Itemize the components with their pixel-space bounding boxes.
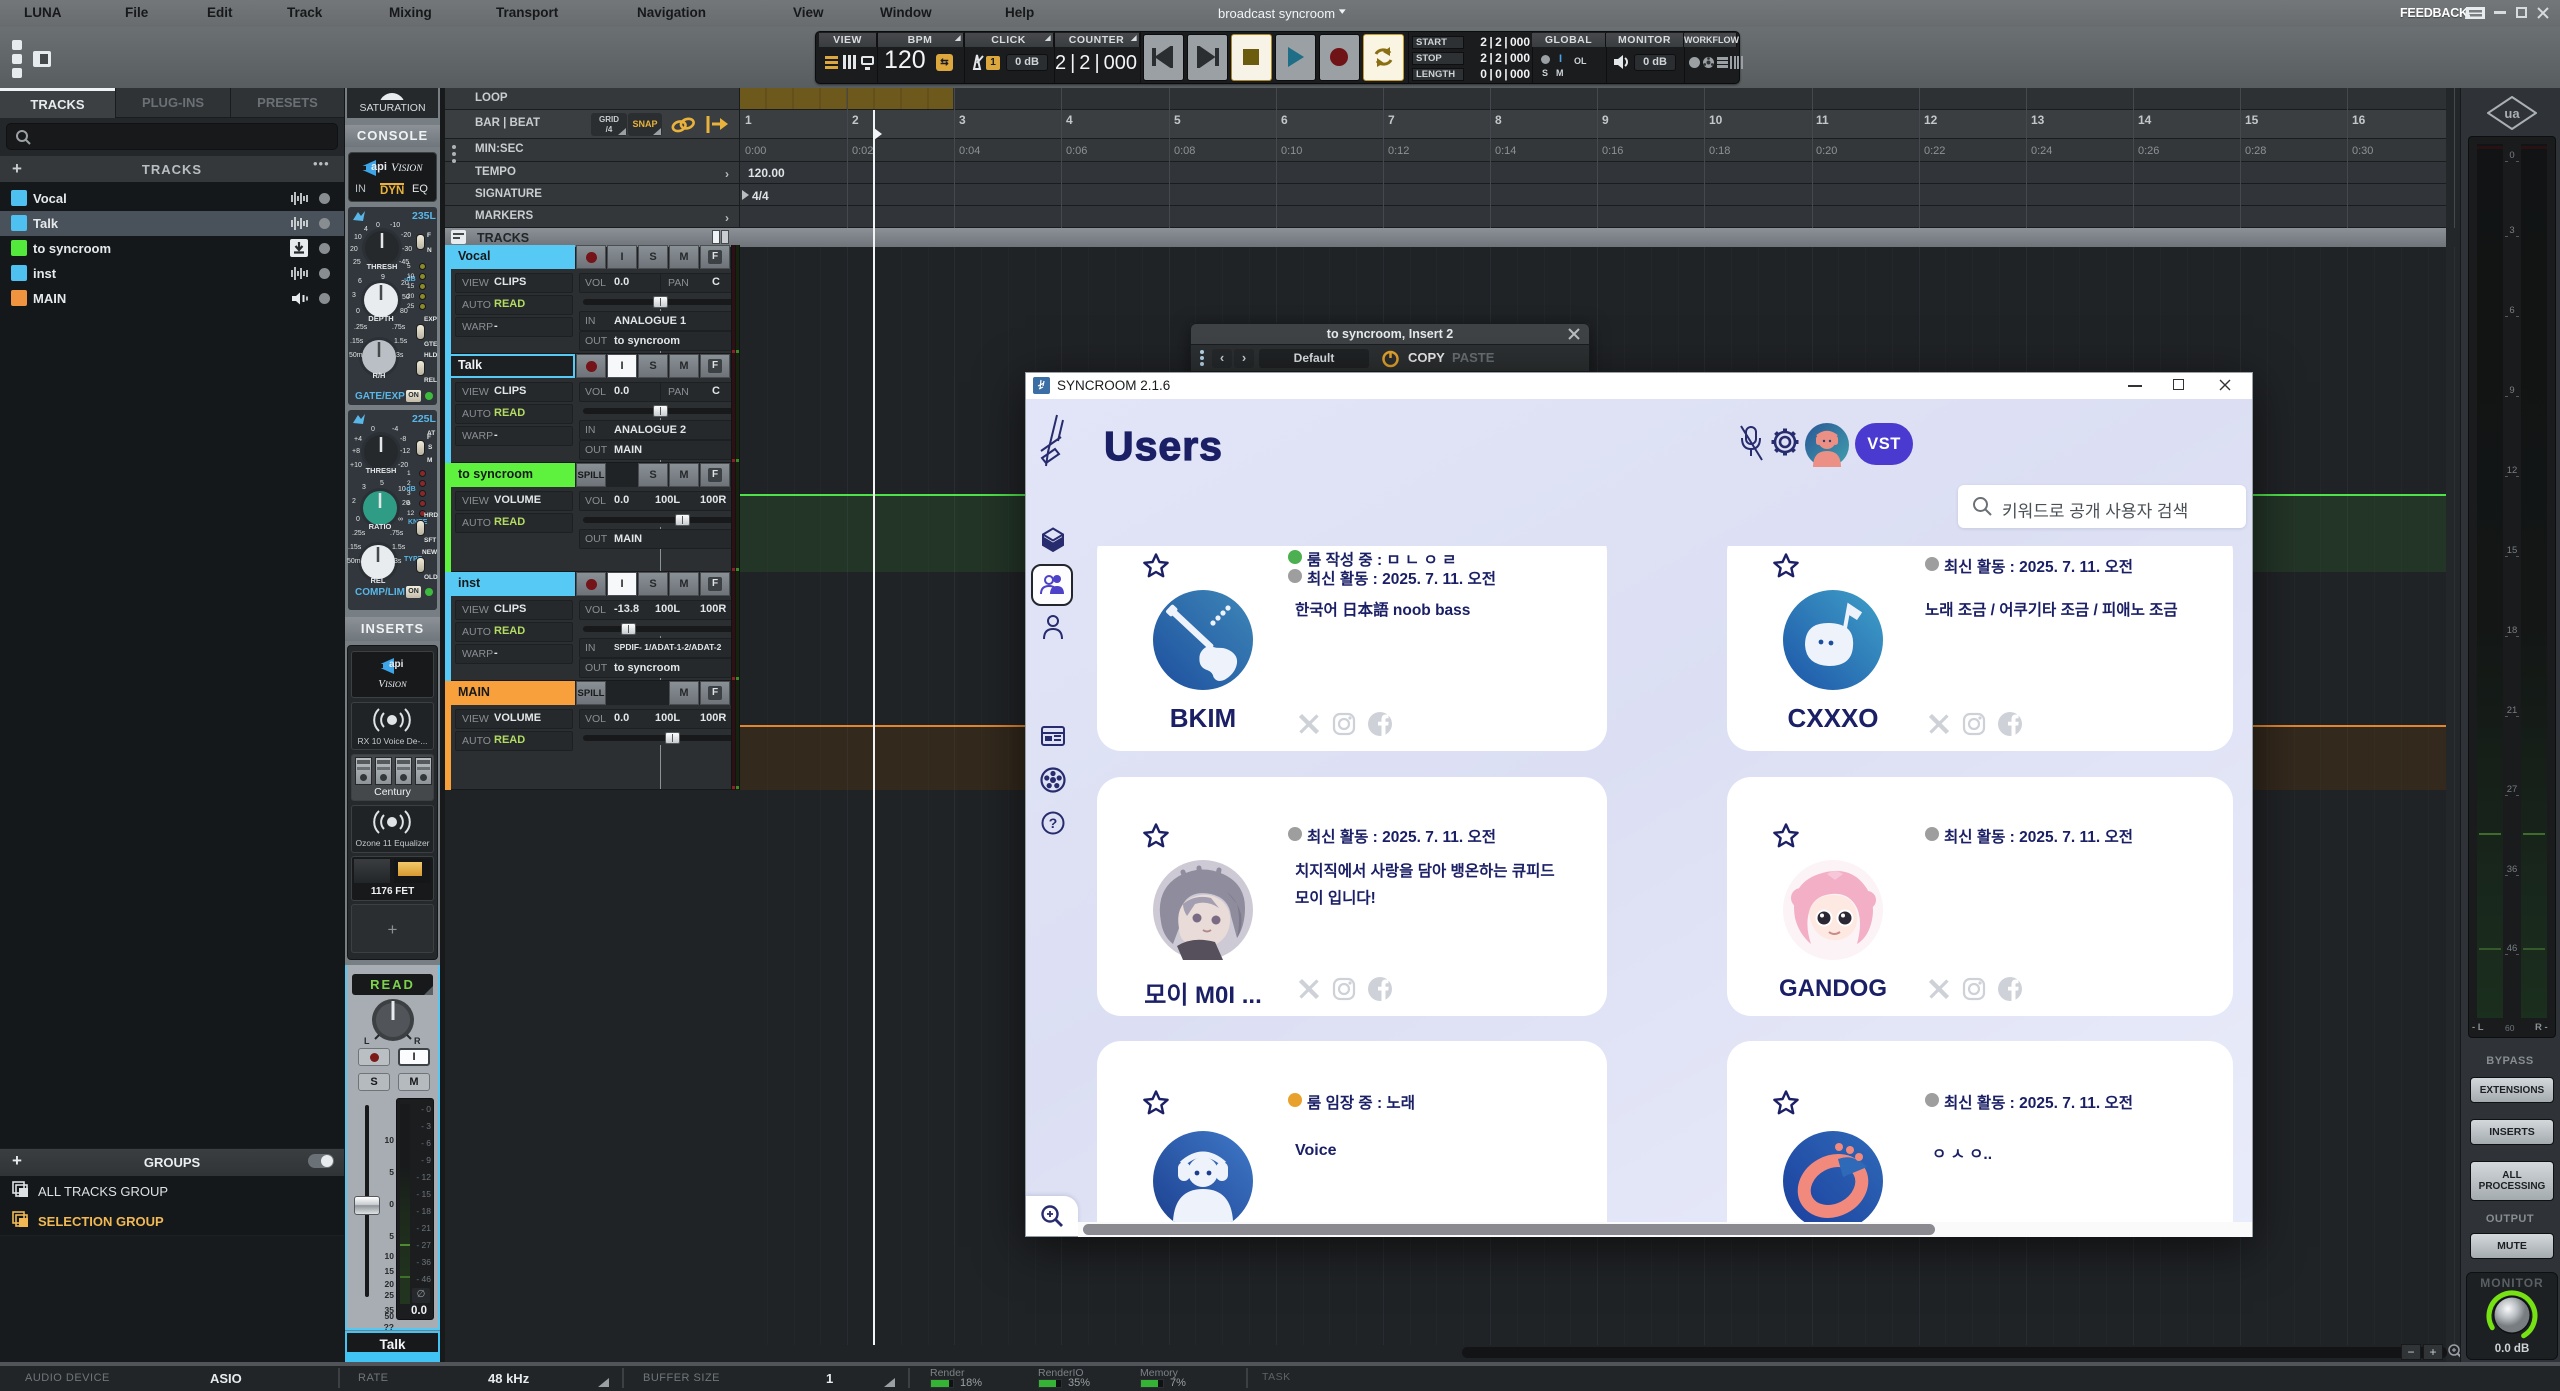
svg-text:ua: ua <box>2504 106 2520 121</box>
